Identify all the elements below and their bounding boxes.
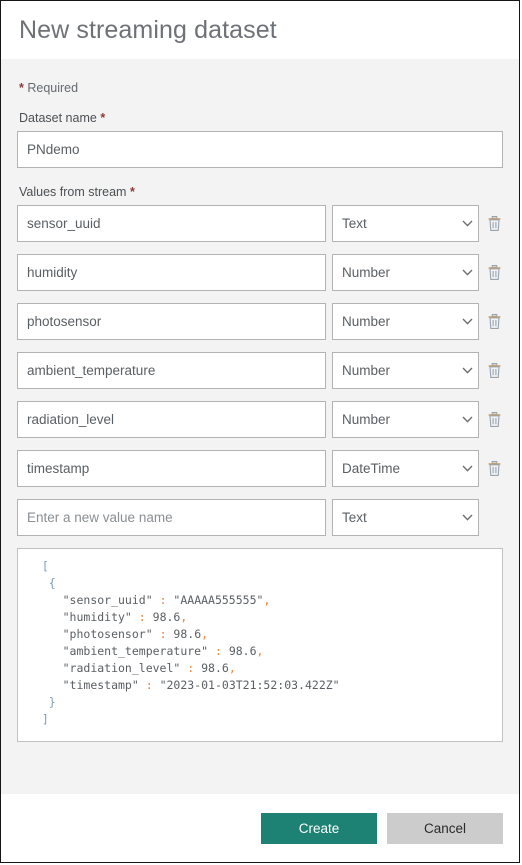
json-token-bracket: [ [41,559,49,573]
dataset-name-label: Dataset name * [19,111,503,125]
json-token-punct: : [152,627,174,641]
value-delete-cell [479,499,509,536]
value-type-select[interactable]: Text [332,499,479,536]
value-rows-list: Text Number Number Number Number DateTime Text [17,205,503,536]
create-button[interactable]: Create [261,812,377,844]
json-token-num: 98.6 [152,610,181,624]
json-token-punct: : [208,644,229,658]
value-name-input[interactable] [17,401,326,438]
chevron-down-icon [456,514,478,521]
trash-icon[interactable] [487,215,502,232]
json-token-punct: , [263,593,271,607]
json-token-num: 98.6 [201,661,229,675]
value-type-label: DateTime [342,461,401,476]
json-token-key: "photosensor" [62,627,153,641]
value-type-select[interactable]: Number [332,303,479,340]
value-row: Number [17,303,503,340]
value-type-label: Number [342,363,391,378]
dataset-name-input[interactable] [17,131,503,168]
json-token-str: "2023-01-03T21:52:03.422Z" [159,678,340,692]
trash-icon[interactable] [487,411,502,428]
json-token-num: 98.6 [228,644,257,658]
required-asterisk: * [19,81,24,95]
chevron-down-icon [456,318,478,325]
value-row: Text [17,205,503,242]
value-name-input[interactable] [17,450,326,487]
json-token-bracket: } [48,695,56,709]
value-name-input[interactable] [17,499,326,536]
chevron-down-icon [456,465,478,472]
value-type-select[interactable]: Number [332,401,479,438]
cancel-button[interactable]: Cancel [387,812,503,844]
json-token-punct: , [256,644,264,658]
page-title: New streaming dataset [19,15,277,44]
value-name-input[interactable] [17,254,326,291]
json-token-key: "ambient_temperature" [62,644,209,658]
value-name-input[interactable] [17,352,326,389]
json-token-punct: : [152,593,174,607]
required-note: * Required [19,81,503,95]
value-type-label: Number [342,265,391,280]
json-token-punct: , [201,627,209,641]
value-type-label: Text [342,510,367,525]
json-token-punct: , [228,661,236,675]
trash-icon[interactable] [487,362,502,379]
trash-icon[interactable] [487,313,502,330]
value-row: Text [17,499,503,536]
json-token-bracket: { [48,576,56,590]
value-delete-cell [479,303,509,340]
json-token-punct: , [180,610,188,624]
value-delete-cell [479,401,509,438]
json-token-bracket: ] [41,712,49,726]
chevron-down-icon [456,220,478,227]
json-token-key: "sensor_uuid" [62,593,153,607]
json-token-punct: : [131,610,153,624]
values-from-stream-label: Values from stream * [19,185,503,199]
json-token-str: "AAAAA555555" [173,593,264,607]
value-type-select[interactable]: DateTime [332,450,479,487]
chevron-down-icon [456,416,478,423]
value-row: Number [17,401,503,438]
value-type-select[interactable]: Text [332,205,479,242]
value-row: Number [17,352,503,389]
value-row: Number [17,254,503,291]
chevron-down-icon [456,269,478,276]
values-from-stream-label-text: Values from stream [19,185,127,199]
json-token-key: "timestamp" [62,678,139,692]
json-preview-text: [ { "sensor_uuid" : "AAAAA555555", "humi… [28,558,492,728]
dataset-name-required-asterisk: * [100,111,106,125]
value-name-input[interactable] [17,205,326,242]
dialog-body: * Required Dataset name * Values from st… [1,59,519,794]
json-token-punct: : [180,661,202,675]
trash-icon[interactable] [487,264,502,281]
value-delete-cell [479,352,509,389]
value-name-input[interactable] [17,303,326,340]
chevron-down-icon [456,367,478,374]
trash-icon[interactable] [487,460,502,477]
value-type-label: Number [342,412,391,427]
values-required-asterisk: * [129,185,135,199]
new-streaming-dataset-dialog: New streaming dataset * Required Dataset… [0,0,520,863]
json-token-key: "radiation_level" [62,661,181,675]
dialog-footer: Create Cancel [1,794,519,862]
value-delete-cell [479,205,509,242]
dataset-name-label-text: Dataset name [19,111,97,125]
json-token-punct: : [138,678,160,692]
dialog-header: New streaming dataset [1,1,519,59]
required-note-label: Required [27,81,79,95]
value-delete-cell [479,254,509,291]
value-type-label: Text [342,216,367,231]
json-preview-box[interactable]: [ { "sensor_uuid" : "AAAAA555555", "humi… [17,548,503,742]
value-type-select[interactable]: Number [332,254,479,291]
value-type-label: Number [342,314,391,329]
json-token-key: "humidity" [62,610,132,624]
value-row: DateTime [17,450,503,487]
value-delete-cell [479,450,509,487]
json-token-num: 98.6 [173,627,202,641]
value-type-select[interactable]: Number [332,352,479,389]
